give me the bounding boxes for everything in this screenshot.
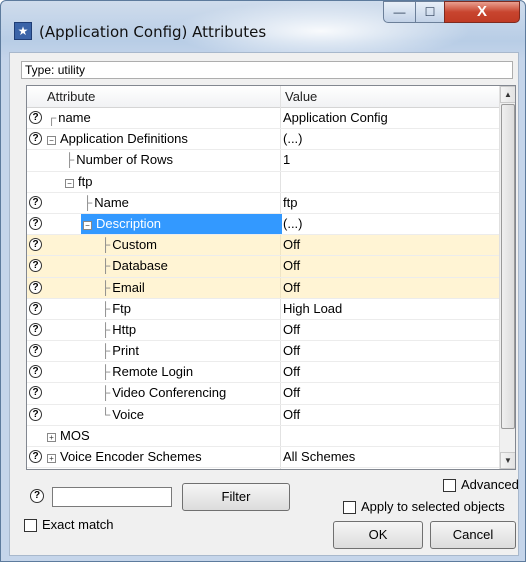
help-icon[interactable]: ?	[29, 301, 42, 315]
table-row[interactable]: ? ├ Custom Off	[27, 235, 499, 257]
attribute-value[interactable]: Off	[283, 341, 300, 361]
ok-button[interactable]: OK	[333, 521, 423, 549]
exact-match-label[interactable]: Exact match	[42, 517, 114, 532]
star-icon: ★	[14, 22, 32, 40]
table-row[interactable]: ? ├ Name ftp	[27, 193, 499, 214]
filter-input[interactable]	[52, 487, 172, 507]
vertical-scrollbar[interactable]: ▲ ▼	[499, 86, 515, 469]
attribute-value[interactable]: 1	[283, 150, 290, 170]
scroll-down-icon[interactable]: ▼	[500, 452, 515, 469]
table-row[interactable]: ? ├ Print Off	[27, 341, 499, 363]
table-row[interactable]: ? ├ Ftp High Load	[27, 299, 499, 320]
advanced-label[interactable]: Advanced	[461, 477, 519, 492]
close-button[interactable]: X	[444, 1, 520, 23]
attribute-name: Number of Rows	[76, 152, 174, 168]
attribute-value[interactable]: Off	[283, 256, 300, 276]
help-icon[interactable]: ?	[29, 238, 42, 252]
table-row[interactable]: − ftp	[27, 172, 499, 193]
help-icon[interactable]: ?	[29, 111, 42, 124]
grid-rows: ? ┌ name Application Config ? − Applicatio…	[27, 108, 499, 469]
cancel-button[interactable]: Cancel	[430, 521, 516, 549]
filter-button[interactable]: Filter	[182, 483, 290, 511]
attribute-grid[interactable]: Attribute Value ? ┌ name Application Conf…	[26, 85, 516, 470]
help-icon[interactable]: ?	[29, 280, 42, 294]
attribute-name: Database	[112, 258, 168, 274]
attribute-name: Description	[96, 215, 162, 231]
attribute-name: Voice	[112, 406, 145, 422]
grid-header: Attribute Value	[27, 86, 499, 108]
attribute-value[interactable]: Application Config	[283, 108, 388, 128]
table-row[interactable]: ? ┌ name Application Config	[27, 108, 499, 130]
attribute-name: Name	[94, 194, 129, 210]
collapse-icon[interactable]: −	[65, 178, 74, 188]
attribute-value[interactable]: Off	[283, 235, 300, 255]
attribute-name: ftp	[78, 173, 93, 189]
advanced-checkbox[interactable]	[443, 479, 456, 492]
expand-icon[interactable]: +	[47, 432, 56, 442]
table-row-selected[interactable]: ? − Description (...)	[27, 213, 499, 236]
type-field[interactable]: Type: utility	[21, 61, 513, 79]
help-icon[interactable]: ?	[29, 450, 42, 463]
table-row[interactable]: ? ├ Email Off	[27, 277, 499, 299]
title-bar[interactable]: ★ (Application Config) Attributes — ☐ X	[1, 1, 525, 45]
type-value: utility	[57, 63, 86, 77]
help-icon[interactable]: ?	[29, 407, 42, 421]
table-row[interactable]: ? ├ Video Conferencing Off	[27, 383, 499, 405]
attribute-value[interactable]: Off	[283, 405, 300, 425]
attribute-value[interactable]: Off	[283, 383, 300, 403]
help-icon[interactable]: ?	[29, 365, 42, 379]
exact-match-checkbox[interactable]	[24, 519, 37, 532]
scroll-thumb[interactable]	[501, 104, 515, 429]
collapse-icon[interactable]: −	[47, 136, 56, 146]
help-icon[interactable]: ?	[30, 489, 44, 503]
table-row[interactable]: ? ├ Remote Login Off	[27, 362, 499, 384]
attribute-value[interactable]: (...)	[283, 214, 303, 234]
attribute-name: Print	[112, 343, 139, 359]
table-row[interactable]: ├ Number of Rows 1	[27, 150, 499, 172]
attribute-name: Remote Login	[112, 364, 194, 380]
header-attribute[interactable]: Attribute	[47, 86, 95, 107]
table-row[interactable]: + MOS	[27, 426, 499, 447]
type-label: Type:	[25, 63, 55, 77]
attribute-name: Ftp	[112, 300, 132, 316]
attribute-name: Email	[112, 279, 145, 295]
table-row[interactable]: ? ├ Http Off	[27, 320, 499, 342]
help-icon[interactable]: ?	[29, 322, 42, 336]
attribute-value[interactable]: All Schemes	[283, 447, 355, 467]
window-title: (Application Config) Attributes	[39, 23, 267, 41]
attribute-value[interactable]: (...)	[283, 129, 303, 149]
attribute-value[interactable]: ftp	[283, 193, 297, 213]
help-icon[interactable]: ?	[29, 344, 42, 358]
attribute-name: Application Definitions	[60, 131, 188, 147]
attribute-name: Http	[112, 321, 137, 337]
minimize-button[interactable]: —	[383, 1, 416, 23]
attribute-value[interactable]: High Load	[283, 299, 342, 319]
table-row[interactable]: ? ├ Database Off	[27, 256, 499, 278]
scroll-up-icon[interactable]: ▲	[500, 86, 515, 103]
attribute-name: Voice Encoder Schemes	[60, 449, 202, 464]
apply-selected-checkbox[interactable]	[343, 501, 356, 514]
help-icon[interactable]: ?	[29, 216, 42, 230]
attributes-window: ★ (Application Config) Attributes — ☐ X …	[0, 0, 526, 562]
expand-icon[interactable]: +	[47, 454, 56, 463]
table-row[interactable]: ? + Voice Encoder Schemes All Schemes	[27, 447, 499, 469]
apply-selected-label[interactable]: Apply to selected objects	[361, 499, 505, 514]
attribute-name: Video Conferencing	[112, 385, 227, 401]
header-value[interactable]: Value	[285, 86, 317, 107]
attribute-value[interactable]: Off	[283, 278, 300, 298]
dialog-body: Type: utility Attribute Value ? ┌ name Ap…	[9, 52, 519, 556]
help-icon[interactable]: ?	[29, 259, 42, 273]
table-row[interactable]: ? └ Voice Off	[27, 405, 499, 426]
attribute-name: name	[58, 110, 91, 125]
attribute-name: MOS	[60, 427, 90, 443]
help-icon[interactable]: ?	[29, 386, 42, 400]
attribute-value[interactable]: Off	[283, 320, 300, 340]
collapse-icon[interactable]: −	[83, 220, 92, 230]
help-icon[interactable]: ?	[29, 132, 42, 146]
attribute-value[interactable]: Off	[283, 362, 300, 382]
help-icon[interactable]: ?	[29, 195, 42, 209]
maximize-button[interactable]: ☐	[415, 1, 445, 23]
table-row[interactable]: ? − Application Definitions (...)	[27, 129, 499, 151]
attribute-name: Custom	[112, 237, 158, 253]
